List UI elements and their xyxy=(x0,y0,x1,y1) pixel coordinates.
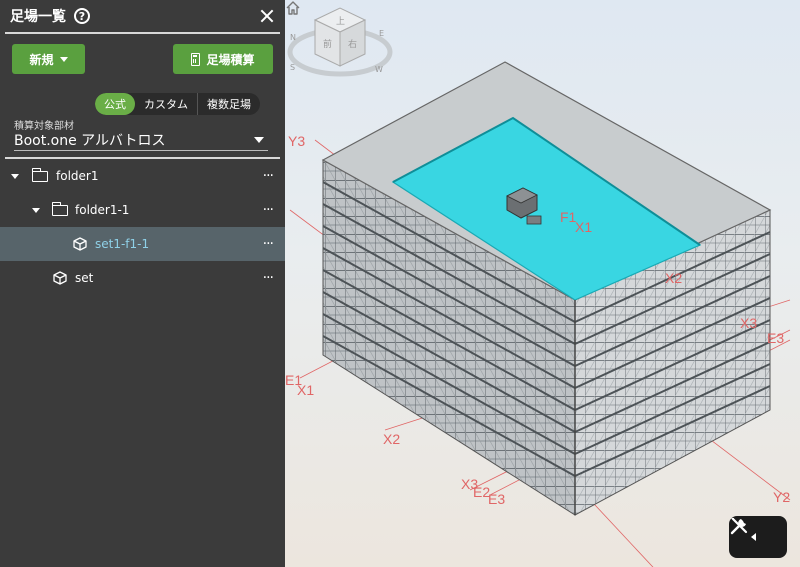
viewcube-top-label: 上 xyxy=(336,16,345,27)
tab-official[interactable]: 公式 xyxy=(95,93,135,115)
scaffold-estimate-label: 足場積算 xyxy=(206,52,255,67)
more-icon[interactable]: ··· xyxy=(263,202,274,218)
grid-label-e3-top: E3 xyxy=(767,330,784,346)
tree-item-label: folder1 xyxy=(56,169,99,183)
panel-title: 足場一覧 xyxy=(10,9,66,25)
caret-down-icon xyxy=(59,56,68,62)
new-button[interactable]: 新規 xyxy=(12,44,85,74)
compass-n: N xyxy=(290,33,296,42)
3d-viewer[interactable]: Y3 F1 X1 X2 X3 E3 E1 X1 X2 X3 E2 E3 Y2 上… xyxy=(285,0,800,567)
expand-arrow-icon[interactable] xyxy=(32,207,40,213)
compass-e: E xyxy=(379,29,384,38)
viewcube-right-label: 右 xyxy=(348,38,357,50)
chevron-down-icon xyxy=(254,137,264,143)
cube-icon xyxy=(73,237,87,251)
folder-icon xyxy=(31,167,48,182)
grid-label-e3: E3 xyxy=(488,491,505,507)
cube-icon xyxy=(53,271,67,285)
folder-icon xyxy=(51,201,68,216)
grid-label-x1-top: X1 xyxy=(575,219,592,235)
tools-button[interactable] xyxy=(729,516,787,558)
grid-label-x1: X1 xyxy=(297,382,314,398)
tree-item-label: folder1-1 xyxy=(75,203,130,217)
more-icon[interactable]: ··· xyxy=(263,168,274,184)
tree-item-label: set xyxy=(75,271,94,285)
tools-icon xyxy=(730,517,748,535)
chevron-left-icon xyxy=(750,533,756,541)
scaffold-list-panel: 足場一覧 ? 新規 足場積算 公式 カスタム 複数足場 積算対象部材 Boot.… xyxy=(0,0,285,567)
more-icon[interactable]: ··· xyxy=(263,236,274,252)
action-buttons: 新規 足場積算 xyxy=(0,34,285,74)
grid-label-y2: Y2 xyxy=(773,489,790,505)
expand-arrow-icon[interactable] xyxy=(11,173,19,179)
grid-label-x2-top: X2 xyxy=(665,270,682,286)
tree-item-folder1[interactable]: folder1 ··· xyxy=(0,159,285,193)
grid-label-x2: X2 xyxy=(383,431,400,447)
tree-item-set[interactable]: set ··· xyxy=(0,261,285,295)
compass-s: S xyxy=(290,63,295,72)
grid-label-x3-top: X3 xyxy=(740,315,757,331)
tab-multiple[interactable]: 複数足場 xyxy=(197,93,260,115)
help-icon[interactable]: ? xyxy=(74,8,90,24)
target-member-select[interactable]: Boot.one アルバトロス xyxy=(14,130,268,151)
compass-w: W xyxy=(375,65,383,74)
view-cube[interactable]: 上 前 右 N E S W xyxy=(285,0,395,80)
target-member-value: Boot.one アルバトロス xyxy=(14,133,166,149)
panel-header: 足場一覧 ? xyxy=(0,0,285,32)
tree-item-set1-f1-1[interactable]: set1-f1-1 ··· xyxy=(0,227,285,261)
scaffold-estimate-button[interactable]: 足場積算 xyxy=(173,44,273,74)
close-icon[interactable] xyxy=(259,8,275,24)
more-icon[interactable]: ··· xyxy=(263,270,274,286)
tree-item-folder1-1[interactable]: folder1-1 ··· xyxy=(0,193,285,227)
type-tabs: 公式 カスタム 複数足場 xyxy=(95,93,260,115)
scaffold-model-canvas[interactable]: Y3 F1 X1 X2 X3 E3 E1 X1 X2 X3 E2 E3 Y2 xyxy=(285,0,800,567)
grid-label-y3: Y3 xyxy=(288,133,305,149)
viewcube-front-label: 前 xyxy=(323,38,332,50)
calculator-icon xyxy=(191,52,201,66)
tree-item-label: set1-f1-1 xyxy=(95,237,150,251)
scaffold-tree: folder1 ··· folder1-1 ··· set1-f1-1 ··· … xyxy=(0,159,285,295)
new-button-label: 新規 xyxy=(29,52,54,67)
tab-custom[interactable]: カスタム xyxy=(135,93,197,115)
